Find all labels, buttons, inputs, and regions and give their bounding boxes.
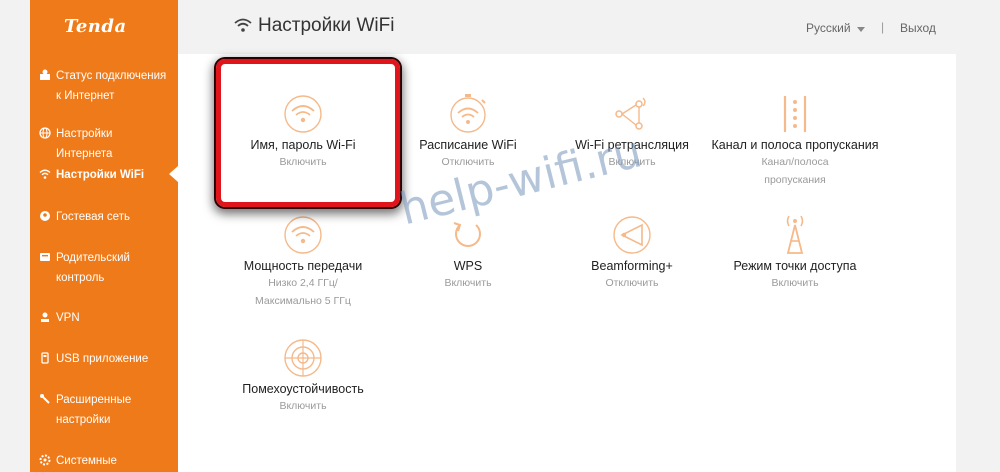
sidebar-item-parental-control[interactable]: Родительский контроль [30,248,178,288]
interference-icon [284,339,322,377]
tile-label: Помехоустойчивость [242,382,364,396]
tile-label: Расписание WiFi [419,138,517,152]
tile-interference[interactable]: Помехоустойчивость Включить [214,336,392,415]
tile-transmit-power[interactable]: Мощность передачи Низко 2,4 ГГц/ Максима… [214,213,392,310]
status-icon [40,69,50,80]
sidebar-item-label: Системные настройки [56,455,117,467]
sidebar-item-label: VPN [56,312,80,324]
active-nav-pointer [169,166,178,182]
tile-channel-bandwidth[interactable]: Канал и полоса пропускания Канал/полоса … [706,92,884,189]
sidebar-item-label: Родительский контроль [56,252,130,284]
tile-status: Включить [279,400,327,412]
tile-status: Низко 2,4 ГГц/ Максимально 5 ГГц [255,277,351,307]
sidebar-item-internet-status[interactable]: Статус подключения к Интернет [30,66,178,106]
tile-label: Beamforming+ [591,259,673,273]
channel-icon [783,96,807,132]
sidebar-item-usb[interactable]: USB приложение [30,349,178,369]
tile-label: Режим точки доступа [733,259,857,273]
sidebar-item-label: Статус подключения к Интернет [56,70,167,102]
page-title: Настройки WiFi [258,15,395,36]
sidebar-item-vpn[interactable]: VPN [30,308,178,328]
parental-icon [40,253,50,261]
tile-status: Включить [771,277,819,289]
sidebar-item-wifi-settings[interactable]: Настройки WiFi [30,165,178,185]
guest-icon [40,211,50,221]
page: Tenda Статус подключения к Интернет Наст… [0,0,1000,472]
left-gutter [0,0,30,472]
chevron-down-icon[interactable] [857,27,865,32]
gear-icon [39,454,51,466]
tile-access-point[interactable]: Режим точки доступа Включить [706,213,884,292]
sidebar-item-label: USB приложение [56,353,149,365]
wrench-icon [40,394,50,404]
tile-label: WPS [453,259,483,273]
tile-label: Канал и полоса пропускания [711,138,879,152]
sidebar-item-label: Гостевая сеть [56,211,130,223]
header-separator: | [881,20,885,34]
wifi-icon [39,169,51,179]
highlight-frame [216,59,400,207]
wifi-icon [234,18,252,32]
sidebar-item-label: Настройки WiFi [56,169,145,181]
sidebar-item-label: Настройки Интернета [56,128,113,160]
tile-status: Включить [444,277,492,289]
wifi-schedule-icon [450,94,486,133]
sidebar-item-internet-settings[interactable]: Настройки Интернета [30,124,178,164]
right-gutter [956,0,1000,472]
language-select[interactable]: Русский [806,21,851,35]
beamforming-icon [613,216,651,254]
vpn-icon [41,312,49,322]
sidebar-item-label: Расширенные настройки [56,394,132,426]
sidebar-item-guest-network[interactable]: Гостевая сеть [30,207,178,227]
logout-link[interactable]: Выход [900,21,936,35]
globe-icon [39,127,51,139]
brand-logo[interactable]: Tenda [64,16,127,37]
wifi-power-icon [284,216,322,254]
sidebar-item-system[interactable]: Системные настройки [30,451,178,472]
tile-beamforming[interactable]: Beamforming+ Отключить [543,213,721,292]
sidebar-item-advanced[interactable]: Расширенные настройки [30,390,178,430]
tile-status: Отключить [605,277,659,289]
sidebar: Tenda Статус подключения к Интернет Наст… [30,0,178,472]
access-point-icon [786,215,804,254]
tile-label: Мощность передачи [243,259,363,273]
tile-status: Канал/полоса пропускания [761,156,829,186]
header: Настройки WiFi Русский | Выход [178,0,956,54]
usb-icon [41,352,49,364]
